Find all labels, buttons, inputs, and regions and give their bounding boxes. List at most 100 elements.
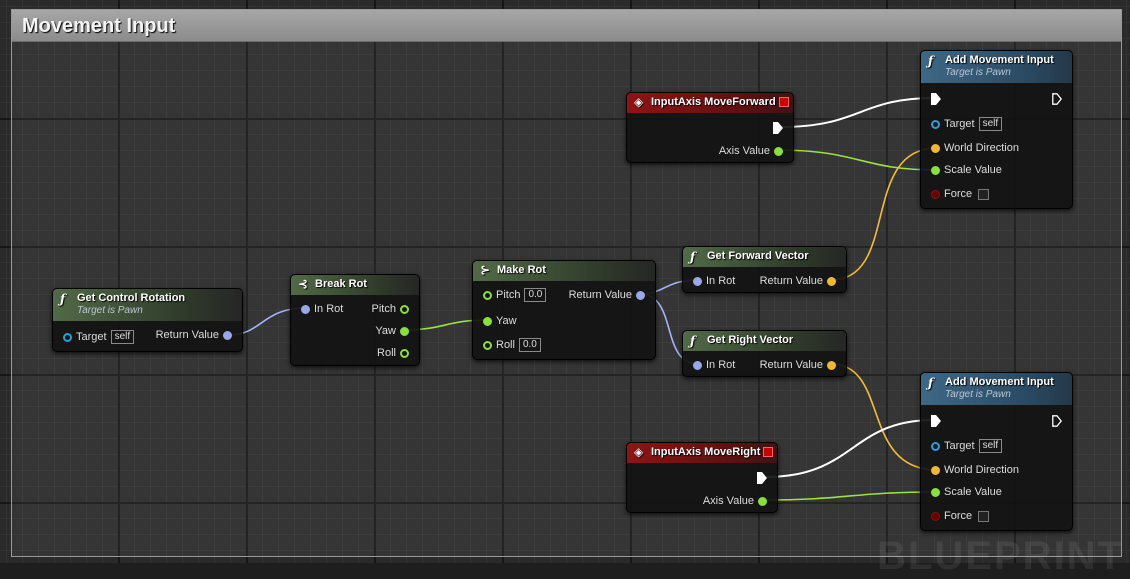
axis-value-pin[interactable] <box>758 496 767 506</box>
pin-row-exec-out <box>753 470 771 486</box>
function-icon: ƒ <box>690 250 696 264</box>
node-title: Get Forward Vector <box>707 250 809 262</box>
pin-row-return: Return Value <box>760 357 840 373</box>
pin-label: Force <box>944 188 973 200</box>
node-add-movement-input-forward[interactable]: ƒ Add Movement Input Target is Pawn Targ… <box>920 50 1073 209</box>
roll-pin[interactable] <box>483 340 492 350</box>
exec-in-pin[interactable] <box>931 415 941 427</box>
delegate-pin-icon[interactable] <box>763 447 773 457</box>
exec-in-pin[interactable] <box>931 93 941 105</box>
pin-label: Target <box>944 118 975 130</box>
pin-row-in-rot: In Rot <box>689 357 735 373</box>
node-header[interactable]: ◈ InputAxis MoveRight <box>627 443 777 463</box>
in-rot-pin[interactable] <box>301 304 310 314</box>
force-pin[interactable] <box>931 511 940 521</box>
force-pin[interactable] <box>931 189 940 199</box>
pin-row-force: Force <box>927 186 990 202</box>
pitch-value[interactable]: 0.0 <box>524 288 547 302</box>
force-checkbox[interactable] <box>978 510 990 522</box>
target-value[interactable]: self <box>110 330 135 344</box>
node-header[interactable]: ƒ Add Movement Input Target is Pawn <box>921 51 1072 83</box>
axis-value-pin[interactable] <box>774 146 783 156</box>
node-get-control-rotation[interactable]: ƒ Get Control Rotation Target is Pawn Ta… <box>52 288 243 352</box>
pin-row-world-direction: World Direction <box>927 462 1019 478</box>
target-value[interactable]: self <box>978 439 1003 453</box>
node-get-right-vector[interactable]: ƒ Get Right Vector In Rot Return Value <box>682 330 847 377</box>
return-value-pin[interactable] <box>636 290 645 300</box>
pin-row-world-direction: World Direction <box>927 140 1019 156</box>
world-direction-pin[interactable] <box>931 143 940 153</box>
pin-label: In Rot <box>314 303 344 315</box>
pin-label: Return Value <box>568 289 632 301</box>
comment-title: Movement Input <box>22 15 176 37</box>
node-header[interactable]: ƒ Get Right Vector <box>683 331 846 351</box>
pin-row-in-rot: In Rot <box>689 273 735 289</box>
node-header[interactable]: ◈ InputAxis MoveForward <box>627 93 793 113</box>
in-rot-pin[interactable] <box>693 360 702 370</box>
node-title: Get Right Vector <box>707 334 794 346</box>
node-subtitle: Target is Pawn <box>945 67 1011 78</box>
yaw-pin[interactable] <box>483 316 492 326</box>
break-struct-icon: ⊰ <box>298 277 309 291</box>
force-checkbox[interactable] <box>978 188 990 200</box>
node-title: Break Rot <box>315 278 367 290</box>
event-icon: ◈ <box>634 95 644 109</box>
node-title: Add Movement Input <box>945 376 1054 388</box>
target-pin[interactable] <box>931 441 940 451</box>
scale-value-pin[interactable] <box>931 165 940 175</box>
node-header[interactable]: ƒ Get Control Rotation Target is Pawn <box>53 289 242 321</box>
comment-title-bar[interactable]: Movement Input <box>12 10 1121 42</box>
pin-row-exec-out <box>1048 91 1066 107</box>
pin-row-exec-out <box>1048 413 1066 429</box>
roll-pin[interactable] <box>400 348 409 358</box>
pin-row-pitch: Pitch <box>372 301 413 317</box>
pin-label: Return Value <box>759 275 823 287</box>
event-icon: ◈ <box>634 445 644 459</box>
target-pin[interactable] <box>63 332 72 342</box>
node-input-axis-move-forward[interactable]: ◈ InputAxis MoveForward Axis Value <box>626 92 794 163</box>
pin-row-return: Return Value <box>760 273 840 289</box>
pin-label: Pitch <box>496 289 521 301</box>
pin-row-exec-in <box>927 413 945 429</box>
in-rot-pin[interactable] <box>693 276 702 286</box>
pin-row-axis-value: Axis Value <box>719 143 787 159</box>
exec-out-pin[interactable] <box>773 122 783 134</box>
node-make-rot[interactable]: ⊱ Make Rot Pitch 0.0 Return Value Yaw Ro… <box>472 260 656 360</box>
node-header[interactable]: ⊱ Make Rot <box>473 261 655 281</box>
pin-label: World Direction <box>944 464 1019 476</box>
pitch-pin[interactable] <box>483 290 492 300</box>
exec-out-pin[interactable] <box>757 472 767 484</box>
function-icon: ƒ <box>690 334 696 348</box>
exec-out-pin[interactable] <box>1052 415 1062 427</box>
pin-row-roll: Roll <box>377 345 413 361</box>
pin-row-yaw: Yaw <box>375 323 413 339</box>
pin-label: World Direction <box>944 142 1019 154</box>
target-value[interactable]: self <box>978 117 1003 131</box>
target-pin[interactable] <box>931 119 940 129</box>
node-header[interactable]: ⊰ Break Rot <box>291 275 419 295</box>
node-get-forward-vector[interactable]: ƒ Get Forward Vector In Rot Return Value <box>682 246 847 293</box>
node-break-rot[interactable]: ⊰ Break Rot In Rot Pitch Yaw Roll <box>290 274 420 366</box>
pin-row-exec-out <box>769 120 787 136</box>
node-header[interactable]: ƒ Add Movement Input Target is Pawn <box>921 373 1072 405</box>
exec-out-pin[interactable] <box>1052 93 1062 105</box>
function-icon: ƒ <box>928 376 934 390</box>
yaw-pin[interactable] <box>400 326 409 336</box>
pin-label: Target <box>944 440 975 452</box>
pin-label: Scale Value <box>944 164 1002 176</box>
node-title: Make Rot <box>497 264 546 276</box>
delegate-pin-icon[interactable] <box>779 97 789 107</box>
world-direction-pin[interactable] <box>931 465 940 475</box>
node-subtitle: Target is Pawn <box>77 305 143 316</box>
roll-value[interactable]: 0.0 <box>518 338 541 352</box>
node-header[interactable]: ƒ Get Forward Vector <box>683 247 846 267</box>
pin-label: Yaw <box>496 315 517 327</box>
scale-value-pin[interactable] <box>931 487 940 497</box>
return-value-pin[interactable] <box>223 330 232 340</box>
pitch-pin[interactable] <box>400 304 409 314</box>
return-value-pin[interactable] <box>827 276 836 286</box>
node-input-axis-move-right[interactable]: ◈ InputAxis MoveRight Axis Value <box>626 442 778 513</box>
node-add-movement-input-right[interactable]: ƒ Add Movement Input Target is Pawn Targ… <box>920 372 1073 531</box>
return-value-pin[interactable] <box>827 360 836 370</box>
function-icon: ƒ <box>928 54 934 68</box>
